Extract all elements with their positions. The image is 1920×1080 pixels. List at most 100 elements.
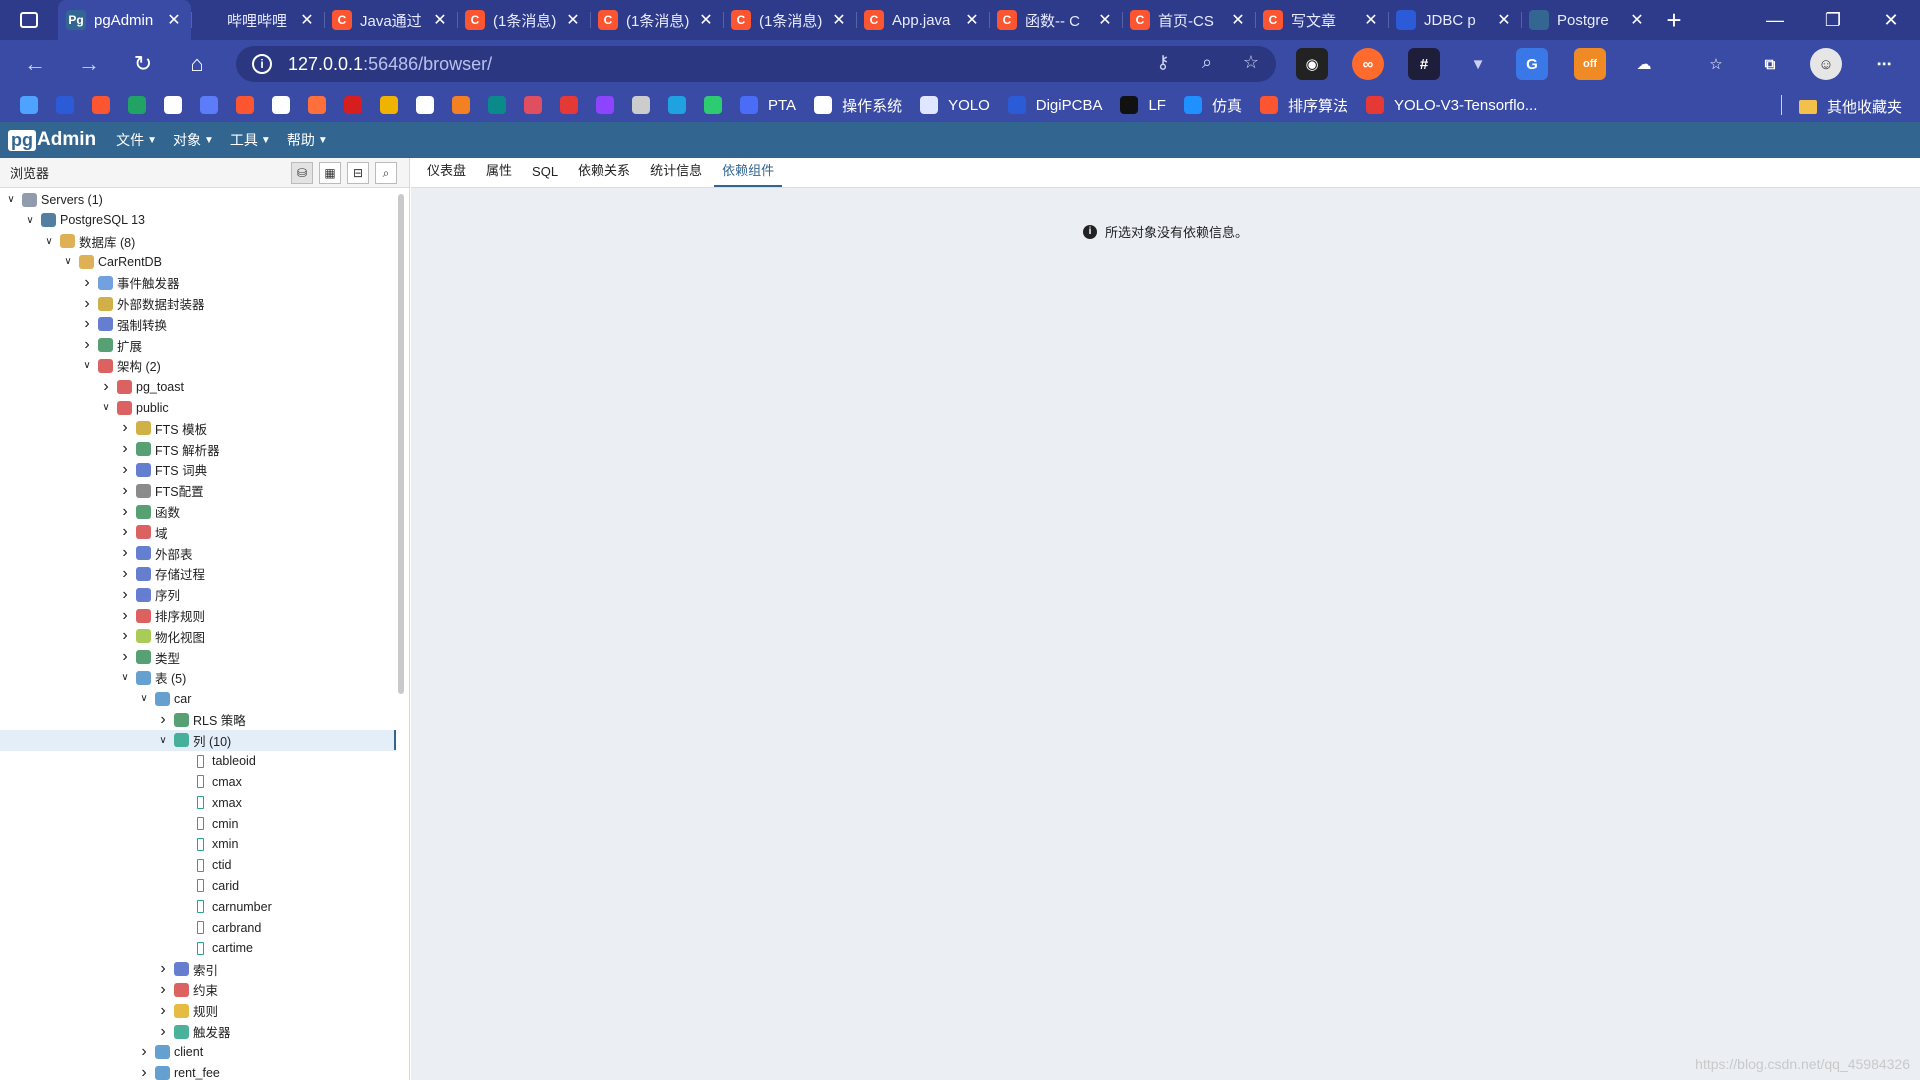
browser-tab[interactable]: C (1条消息) ✕ [457,0,590,40]
tree-node[interactable]: ∨ 列 (10) [0,729,396,751]
chevron-right-icon[interactable]: › [137,1064,151,1080]
chevron-right-icon[interactable]: › [156,960,170,978]
menu-object[interactable]: 对象 ▼ [173,130,214,150]
menu-help[interactable]: 帮助 ▼ [287,130,328,150]
browser-tab[interactable]: C 函数-- C ✕ [989,0,1122,40]
bookmark-item[interactable] [416,96,434,114]
bookmark-item[interactable] [164,96,182,114]
tree-node[interactable]: › 索引 [0,959,396,980]
chevron-right-icon[interactable]: › [156,711,170,729]
bookmark-item[interactable]: 仿真 [1183,95,1242,116]
bookmark-item[interactable] [560,96,578,114]
tree-node[interactable]: carid [0,875,396,896]
tree-node[interactable]: ∨ PostgreSQL 13 [0,210,396,231]
bookmark-item[interactable] [344,96,362,114]
browser-tab[interactable]: C Java通过 ✕ [324,0,457,40]
chevron-down-icon[interactable]: ∨ [156,735,170,746]
tree-node[interactable]: ∨ 数据库 (8) [0,231,396,252]
bookmark-item[interactable]: YOLO [920,96,990,114]
close-tab-icon[interactable]: ✕ [1362,10,1380,30]
close-tab-icon[interactable]: ✕ [697,10,715,30]
tree-node[interactable]: xmax [0,792,396,813]
detail-tab[interactable]: 属性 [478,160,520,187]
chevron-right-icon[interactable]: › [156,1023,170,1041]
chevron-down-icon[interactable]: ∨ [23,215,37,226]
bookmark-item[interactable] [668,96,686,114]
browser-tab[interactable]: C (1条消息) ✕ [590,0,723,40]
chevron-right-icon[interactable]: › [99,378,113,396]
chevron-right-icon[interactable]: › [118,482,132,500]
chevron-right-icon[interactable]: › [118,565,132,583]
favorites-icon[interactable]: ☆ [1700,48,1732,80]
tree-node[interactable]: › 函数 [0,501,396,522]
tree-node[interactable]: ctid [0,855,396,876]
close-tab-icon[interactable]: ✕ [564,10,582,30]
add-favorite-icon[interactable]: ☆ [1240,52,1262,73]
chevron-right-icon[interactable]: › [118,523,132,541]
query-tool-icon[interactable]: ⛁ [291,162,313,184]
bookmark-item[interactable]: 操作系统 [814,95,902,116]
extension-infinity-icon[interactable]: ∞ [1352,48,1384,80]
tree-node[interactable]: › 事件触发器 [0,272,396,293]
tree-node[interactable]: › RLS 策略 [0,709,396,730]
tree-node[interactable]: › 外部表 [0,543,396,564]
bookmark-item[interactable] [92,96,110,114]
extension-vue-icon[interactable]: ▼ [1462,48,1494,80]
browser-tab[interactable]: C (1条消息) ✕ [723,0,856,40]
forward-button[interactable]: → [62,40,116,88]
detail-tab[interactable]: 依赖关系 [570,160,638,187]
tree-node[interactable]: ∨ CarRentDB [0,251,396,272]
bookmark-item[interactable] [596,96,614,114]
tree-node[interactable]: › 存储过程 [0,563,396,584]
close-tab-icon[interactable]: ✕ [830,10,848,30]
address-bar[interactable]: i 127.0.0.1:56486/browser/ ⚷ ⌕ ☆ [236,46,1276,82]
chevron-right-icon[interactable]: › [80,274,94,292]
filtered-rows-icon[interactable]: ⊟ [347,162,369,184]
bookmark-item[interactable] [236,96,254,114]
tree-node[interactable]: › 序列 [0,584,396,605]
home-button[interactable]: ⌂ [170,40,224,88]
chevron-right-icon[interactable]: › [137,1043,151,1061]
chevron-down-icon[interactable]: ∨ [118,672,132,683]
search-objects-icon[interactable]: ⌕ [375,162,397,184]
tree-node[interactable]: › 排序规则 [0,605,396,626]
menu-file[interactable]: 文件 ▼ [116,130,157,150]
browser-tab[interactable]: Pg pgAdmin ✕ [58,0,191,40]
bookmark-item[interactable]: YOLO-V3-Tensorflo... [1366,96,1537,114]
close-tab-icon[interactable]: ✕ [963,10,981,30]
chevron-right-icon[interactable]: › [80,295,94,313]
chevron-down-icon[interactable]: ∨ [80,360,94,371]
bookmark-item[interactable] [488,96,506,114]
bookmark-item[interactable] [20,96,38,114]
chevron-right-icon[interactable]: › [118,440,132,458]
bookmark-item[interactable]: LF [1120,96,1166,114]
close-tab-icon[interactable]: ✕ [1495,10,1513,30]
bookmark-item[interactable] [308,96,326,114]
view-data-icon[interactable]: ▦ [319,162,341,184]
chevron-down-icon[interactable]: ∨ [99,402,113,413]
detail-tab[interactable]: 仪表盘 [419,160,474,187]
tree-node[interactable]: › pg_toast [0,376,396,397]
close-window-button[interactable]: ✕ [1862,0,1920,40]
tree-node[interactable]: › 类型 [0,647,396,668]
tree-node[interactable]: ∨ public [0,397,396,418]
object-tree[interactable]: ∨ Servers (1) ∨ PostgreSQL 13 ∨ 数据库 (8) ∨ CarRe… [0,189,396,1080]
tree-node[interactable]: › 域 [0,522,396,543]
bookmark-item[interactable] [524,96,542,114]
detail-tab[interactable]: SQL [524,164,566,187]
tree-node[interactable]: › 扩展 [0,335,396,356]
tree-node[interactable]: tableoid [0,751,396,772]
tree-node[interactable]: › 规则 [0,1000,396,1021]
detail-tab[interactable]: 统计信息 [642,160,710,187]
tree-node[interactable]: › rent_fee [0,1063,396,1080]
close-tab-icon[interactable]: ✕ [1628,10,1646,30]
bookmark-item[interactable] [380,96,398,114]
close-tab-icon[interactable]: ✕ [298,10,316,30]
chevron-right-icon[interactable]: › [156,981,170,999]
chevron-right-icon[interactable]: › [118,586,132,604]
more-menu-icon[interactable]: ⋯ [1868,48,1900,80]
chevron-down-icon[interactable]: ∨ [4,194,18,205]
browser-tab[interactable]: C 写文章 ✕ [1255,0,1388,40]
chevron-right-icon[interactable]: › [118,503,132,521]
tree-node[interactable]: › FTS 解析器 [0,439,396,460]
